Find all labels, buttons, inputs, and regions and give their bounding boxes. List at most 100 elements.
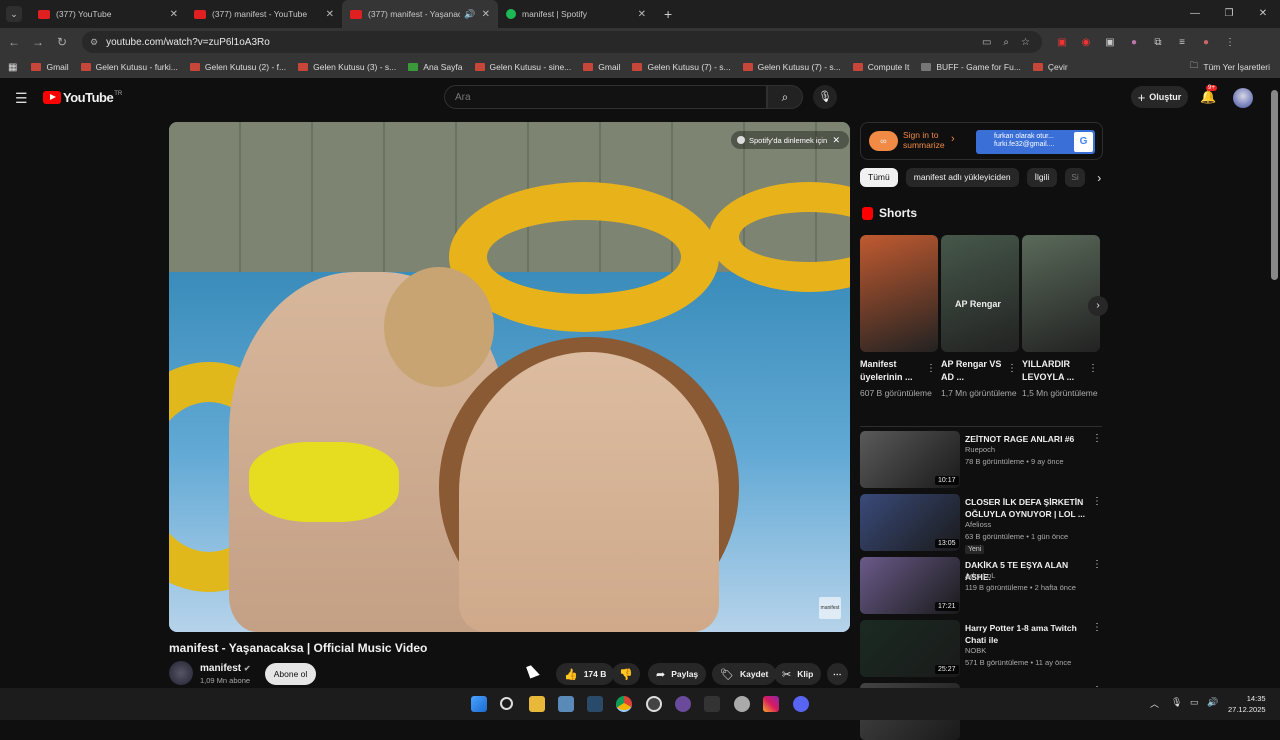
media-control-icon[interactable]: ≡ [1170,37,1194,48]
tab-search-icon[interactable]: ⌄ [6,6,22,22]
channel-name[interactable]: manifest ✔ [200,663,251,674]
video-title[interactable]: ZEİTNOT RAGE ANLARI #6 [965,433,1085,445]
create-button[interactable]: + Oluştur [1131,86,1188,108]
more-options-icon[interactable]: ⋮ [1092,622,1102,633]
clip-button[interactable]: ✂ Klip [774,663,822,685]
chrome-icon[interactable] [616,696,632,712]
volume-icon[interactable]: 🔊 [1207,697,1218,708]
browser-menu-icon[interactable]: ⋮ [1218,37,1242,48]
video-player[interactable]: Spotify'da dinlemek için ✕ manifest [169,122,850,632]
more-options-icon[interactable]: ⋮ [926,363,936,374]
microphone-icon[interactable]: 🎙 [813,85,837,109]
short-title[interactable]: Manifest üyelerinin ... [860,358,924,384]
tray-chevron-icon[interactable]: ︿ [1150,697,1159,710]
profile-avatar-icon[interactable]: ● [1194,37,1218,48]
search-input[interactable]: Ara [444,85,767,109]
short-thumbnail[interactable] [1022,235,1100,352]
close-tab-icon[interactable]: ✕ [482,9,490,20]
short-thumbnail[interactable] [941,235,1019,352]
channel-watermark[interactable]: manifest [819,597,841,619]
close-icon[interactable]: ✕ [832,135,840,146]
search-icon[interactable]: ⌕ [767,85,803,109]
channel-avatar[interactable] [169,661,193,685]
bookmark-item[interactable]: Compute It [852,62,909,72]
browser-tab[interactable]: manifest | Spotify ✕ [498,0,654,28]
bookmark-item[interactable]: Gmail [583,62,620,72]
more-actions-button[interactable]: ⋯ [827,663,848,685]
bookmark-item[interactable]: Gelen Kutusu - sine... [474,62,571,72]
search-icon[interactable] [500,697,513,710]
cast-icon[interactable]: ▭ [982,37,991,48]
zoom-icon[interactable]: ⌕ [1003,37,1009,48]
chip-more[interactable]: Si [1065,168,1086,187]
youtube-logo[interactable]: YouTube TR [43,90,122,105]
start-icon[interactable] [471,696,487,712]
extensions-puzzle-icon[interactable]: ⧉ [1146,37,1170,48]
bookmark-item[interactable]: Gelen Kutusu (7) - s... [742,62,841,72]
chevron-right-icon[interactable]: › [1097,171,1101,185]
recommended-video[interactable]: 25:27 Harry Potter 1-8 ama Twitch Chati i… [860,620,1102,677]
short-card[interactable]: Manifest üyelerinin ... 607 B görüntüleme… [860,235,938,400]
account-avatar[interactable] [1233,88,1253,108]
bookmark-item[interactable]: BUFF - Game for Fu... [921,62,1021,72]
app-icon[interactable] [646,696,662,712]
extension-icon[interactable]: ● [1122,37,1146,48]
save-button[interactable]: 🏷 Kaydet [712,663,777,685]
bookmark-item[interactable]: Gelen Kutusu (7) - s... [632,62,731,72]
short-thumbnail[interactable] [860,235,938,352]
video-channel[interactable]: Ruepoch [965,445,995,454]
new-tab-icon[interactable]: + [664,6,672,22]
all-bookmarks[interactable]: 🗀 Tüm Yer İşaretleri [1190,60,1270,74]
chip-related[interactable]: İlgili [1026,168,1058,187]
shorts-next-icon[interactable]: › [1088,296,1108,316]
file-explorer-icon[interactable] [529,696,545,712]
restore-icon[interactable]: ❐ [1212,0,1246,28]
system-clock[interactable]: 14:35 27.12.2025 [1228,693,1266,715]
video-channel[interactable]: NOBK [965,646,986,655]
media-player-icon[interactable] [675,696,691,712]
site-info-icon[interactable]: ⚙ [90,37,98,48]
short-card[interactable]: YILLARDIR LEVOYLA ... 1,5 Mn görüntüleme ⋮ [1022,235,1100,400]
browser-tab-active[interactable]: (377) manifest - Yaşanacaksa🔊 ✕ [342,0,498,28]
bookmark-star-icon[interactable]: ☆ [1021,37,1030,48]
address-bar[interactable]: ⚙ youtube.com/watch?v=zuP6l1oA3Ro ▭ ⌕ ☆ [82,31,1042,53]
spotify-listen-chip[interactable]: Spotify'da dinlemek için ✕ [731,131,849,149]
extension-icon[interactable]: ▣ [1050,37,1074,48]
reload-icon[interactable]: ↻ [50,35,74,49]
back-icon[interactable]: ← [2,35,26,49]
browser-tab[interactable]: (377) manifest - YouTube ✕ [186,0,342,28]
bookmark-item[interactable]: Gelen Kutusu (2) - f... [189,62,286,72]
more-options-icon[interactable]: ⋮ [1092,559,1102,570]
instagram-icon[interactable] [763,696,779,712]
bookmark-item[interactable]: Ana Sayfa [408,62,463,72]
menu-icon[interactable]: ☰ [15,90,28,107]
forward-icon[interactable]: → [26,35,50,49]
app-icon[interactable] [734,696,750,712]
like-button[interactable]: 👍 174 B [556,663,615,685]
bookmark-item[interactable]: Gelen Kutusu (3) - s... [298,62,396,72]
minimize-icon[interactable]: — [1178,0,1212,28]
more-options-icon[interactable]: ⋮ [1088,363,1098,374]
recommended-video[interactable]: 17:21 DAKİKA 5 TE EŞYA ALAN ASHE. Adro LoL… [860,557,1102,614]
video-title[interactable]: CLOSER İLK DEFA ŞİRKETİN OĞLUYLA OYNUYOR… [965,496,1085,520]
summarize-card[interactable]: ∞ Sign in to summarize › furkan olarak ot… [860,122,1103,160]
subscribe-button[interactable]: Abone ol [265,663,316,685]
chip-all[interactable]: Tümü [860,168,898,187]
share-button[interactable]: ➦ Paylaş [648,663,707,685]
chip-from-uploader[interactable]: manifest adlı yükleyiciden [905,168,1019,187]
bookmark-item[interactable]: Gelen Kutusu - furki... [80,62,178,72]
more-options-icon[interactable]: ⋮ [1092,496,1102,507]
video-title[interactable]: Harry Potter 1-8 ama Twitch Chati ile [965,622,1085,646]
browser-tab[interactable]: (377) YouTube ✕ [30,0,186,28]
close-tab-icon[interactable]: ✕ [638,9,646,20]
app-icon[interactable] [704,696,720,712]
close-tab-icon[interactable]: ✕ [326,9,334,20]
microphone-icon[interactable]: 🎙 [1171,697,1182,708]
app-icon[interactable] [558,696,574,712]
video-channel[interactable]: Afelioss [965,520,991,529]
dislike-button[interactable]: 👎 [612,663,640,685]
close-window-icon[interactable]: ✕ [1246,0,1280,28]
short-title[interactable]: AP Rengar VS AD ... [941,358,1005,384]
google-account-button[interactable]: furkan olarak otur... furki.fe32@gmail...… [976,130,1095,154]
extension-icon[interactable]: ▣ [1098,37,1122,48]
